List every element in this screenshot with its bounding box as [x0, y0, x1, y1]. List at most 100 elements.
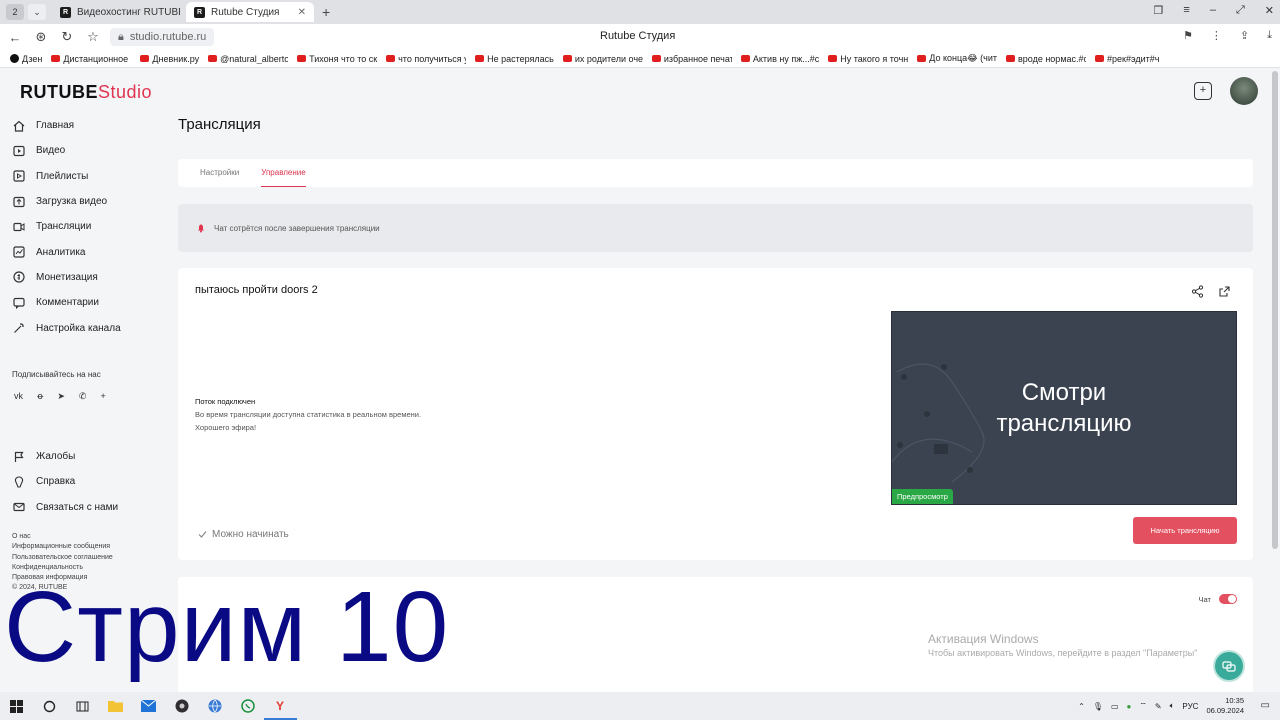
volume-icon[interactable]: 🔈︎	[1170, 701, 1175, 711]
sidebar-item-playlists[interactable]: Плейлисты	[12, 164, 172, 189]
avatar[interactable]	[1230, 77, 1258, 105]
bookmark-item[interactable]: их родители очен	[562, 53, 643, 64]
rutube-favicon-icon: R	[60, 6, 71, 18]
yandex-disk-icon[interactable]: ●	[1127, 702, 1132, 711]
bookmarks-icon[interactable]: ❐	[1154, 4, 1164, 17]
bookmark-label: их родители очен	[574, 53, 643, 64]
back-icon[interactable]: ←	[4, 30, 26, 45]
language-indicator[interactable]: РУС	[1182, 702, 1198, 711]
youtube-icon	[1094, 55, 1104, 62]
network-icon[interactable]: ⌔	[1139, 701, 1147, 711]
menu-icon[interactable]: ≡	[1183, 4, 1189, 17]
external-link-icon[interactable]	[1218, 285, 1231, 298]
telegram-icon[interactable]: ➤	[57, 391, 65, 402]
notifications-icon[interactable]: ▭	[1261, 700, 1270, 711]
sidebar-item-channel-settings[interactable]: Настройка канала	[12, 315, 172, 340]
minimize-icon[interactable]: –	[1210, 4, 1216, 17]
sidebar-item-label: Справка	[36, 476, 76, 488]
url-field[interactable]: 🔒︎ studio.rutube.ru	[110, 28, 215, 46]
page-scrollbar[interactable]	[1272, 71, 1278, 549]
windows-activation-watermark: Активация Windows Чтобы активировать Win…	[928, 632, 1197, 658]
stream-title: пытаюсь пройти doors 2	[195, 284, 318, 296]
upload-icon	[12, 195, 26, 209]
ready-status: Можно начинать	[198, 529, 289, 540]
bookmark-item[interactable]: #рек#эдит#ч	[1094, 54, 1159, 64]
sidebar-item-label: Плейлисты	[36, 170, 89, 182]
bookmark-item[interactable]: Тихоня что то скр	[297, 54, 377, 64]
bookmark-star-icon[interactable]: ☆	[82, 29, 104, 45]
share-icon[interactable]	[1191, 285, 1204, 298]
add-content-icon[interactable]: +	[1194, 82, 1212, 100]
new-tab-button[interactable]: +	[322, 4, 330, 20]
task-view-icon[interactable]	[66, 692, 99, 720]
microphone-icon[interactable]: 🎙︎	[1093, 702, 1103, 711]
support-chat-button[interactable]	[1213, 650, 1245, 682]
page-title: Трансляция	[178, 116, 261, 133]
share-page-icon[interactable]: ⇪	[1240, 29, 1249, 42]
bookmark-item[interactable]: Дзен	[10, 54, 42, 64]
ok-icon[interactable]: ꝋ	[37, 391, 43, 402]
bookmark-flag-icon[interactable]: ⚑	[1183, 29, 1193, 42]
pen-icon[interactable]: ✎	[1155, 702, 1162, 711]
bookmark-item[interactable]: Не растерялась	[475, 54, 554, 64]
sidebar-item-video[interactable]: Видео	[12, 138, 172, 163]
sidebar-item-contact[interactable]: Связаться с нами	[12, 495, 118, 520]
file-explorer-icon[interactable]	[99, 692, 132, 720]
bookmark-item[interactable]: Дневник.ру	[140, 54, 199, 64]
chevron-down-icon[interactable]: ⌄	[28, 4, 46, 20]
bookmark-item[interactable]: Ну такого я точно	[828, 54, 908, 64]
sidebar-item-upload[interactable]: Загрузка видео	[12, 189, 172, 214]
browser-tab-studio[interactable]: R Rutube Студия ✕	[186, 2, 314, 22]
more-icon[interactable]: ⋮	[1211, 29, 1222, 42]
display-icon[interactable]: ▭	[1111, 702, 1119, 711]
mail-icon	[12, 500, 26, 514]
sidebar-item-broadcasts[interactable]: Трансляции	[12, 214, 172, 239]
mail-app-icon[interactable]	[132, 692, 165, 720]
reload-icon[interactable]: ↻	[56, 29, 78, 45]
bookmark-item[interactable]: @natural_alberto	[208, 54, 288, 64]
close-window-icon[interactable]: ✕	[1265, 4, 1274, 17]
sidebar-item-home[interactable]: Главная	[12, 113, 172, 138]
restore-icon[interactable]: ⤢	[1236, 4, 1245, 17]
download-icon[interactable]: ⤓	[1267, 29, 1272, 42]
youtube-icon	[562, 55, 572, 62]
logo-main: RUTUBE	[20, 82, 98, 102]
yandex-icon[interactable]: ⊛	[30, 29, 52, 45]
obs-icon[interactable]	[165, 692, 198, 720]
footer-link-info[interactable]: Информационные сообщения	[12, 542, 113, 552]
clock[interactable]: 10:35 06.09.2024	[1206, 696, 1244, 716]
tab-count-button[interactable]: 2	[6, 4, 24, 20]
bookmark-item[interactable]: Дистанционное с	[51, 54, 131, 64]
vk-icon[interactable]: vk	[14, 391, 23, 402]
bookmark-item[interactable]: избранное печат	[651, 54, 732, 64]
bookmark-item[interactable]: До конца😂 (чит	[917, 53, 997, 64]
stream-preview[interactable]: Смотри трансляцию Предпросмотр	[891, 311, 1237, 505]
chat-notice: Чат сотрётся после завершения трансляции	[178, 204, 1253, 252]
close-icon[interactable]: ✕	[298, 7, 306, 18]
browser-tab-rutube[interactable]: R Видеохостинг RUTUBE. С	[52, 2, 180, 22]
bookmark-item[interactable]: что получиться у	[386, 54, 466, 64]
windows-start-icon[interactable]	[0, 692, 33, 720]
sidebar-item-help[interactable]: Справка	[12, 469, 118, 494]
browser-app-icon[interactable]	[198, 692, 231, 720]
search-icon[interactable]	[33, 692, 66, 720]
page-tabs: Настройки Управление	[178, 159, 1253, 187]
whatsapp-icon[interactable]	[231, 692, 264, 720]
sidebar-item-monetization[interactable]: Монетизация	[12, 265, 172, 290]
rutube-studio-logo[interactable]: RUTUBEStudio	[20, 82, 152, 103]
plus-icon[interactable]: +	[100, 391, 105, 402]
chat-toggle[interactable]	[1219, 594, 1237, 604]
youtube-icon	[208, 55, 218, 62]
sidebar-item-analytics[interactable]: Аналитика	[12, 239, 172, 264]
bookmark-item[interactable]: вроде нормас.#с	[1005, 54, 1086, 64]
chevron-up-icon[interactable]: ⌃	[1078, 702, 1085, 711]
footer-link-about[interactable]: О нас	[12, 532, 113, 542]
bookmark-item[interactable]: Актив ну пж...#с	[740, 54, 819, 64]
tab-settings[interactable]: Настройки	[200, 159, 239, 187]
viber-icon[interactable]: ✆	[79, 391, 87, 402]
tab-management[interactable]: Управление	[261, 159, 306, 187]
yandex-browser-icon[interactable]: Y	[264, 692, 297, 720]
sidebar-item-comments[interactable]: Комментарии	[12, 290, 172, 315]
sidebar-item-complaints[interactable]: Жалобы	[12, 444, 118, 469]
start-broadcast-button[interactable]: Начать трансляцию	[1133, 517, 1237, 544]
